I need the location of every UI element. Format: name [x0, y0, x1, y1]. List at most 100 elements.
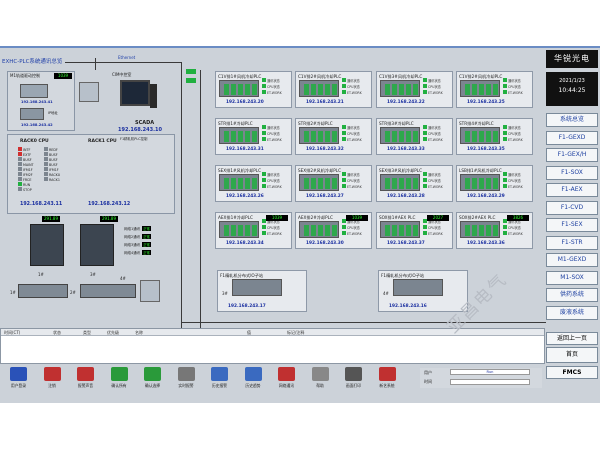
plc-status-list: 通讯状态 CPU状态 ET-WORK — [503, 219, 523, 237]
toolbar-button[interactable]: 确认选择 — [140, 367, 165, 392]
sidebar-item[interactable]: M1-GEXD — [546, 253, 598, 267]
status-led-icon — [423, 178, 427, 182]
plc-card[interactable]: SEX排1#风机冷却PLC 通讯状态 CPU状态 ET-WORK 192.168.243… — [215, 165, 292, 202]
plc-card[interactable]: SEX排2#风机冷却PLC 通讯状态 CPU状态 ET-WORK 192.168.243… — [295, 165, 372, 202]
toolbar-button[interactable]: 画面打印 — [341, 367, 366, 392]
sidebar-item[interactable]: 供药系统 — [546, 288, 598, 302]
plc-card[interactable]: C1V排1#风机冷却PLC 通讯状态 CPU状态 ET-WORK 192.168.243… — [215, 71, 292, 108]
toolbar-label: 历史趋势 — [245, 383, 261, 388]
plc-card[interactable]: STR排3#冷却PLC 通讯状态 CPU状态 ET-WORK 192.168.243.3… — [376, 118, 453, 155]
toolbar-icon — [211, 367, 228, 381]
sidebar-item[interactable]: F1-STR — [546, 235, 598, 250]
sidebar-item[interactable]: 废液系统 — [546, 305, 598, 320]
plc-card[interactable]: STR排2#冷却PLC 通讯状态 CPU状态 ET-WORK 192.168.243.3… — [295, 118, 372, 155]
user-value: Run — [450, 369, 530, 375]
status-label: ET-WORK — [428, 232, 443, 236]
status-label: ET-WORK — [347, 185, 362, 189]
plc-card-ip: 192.168.243.35 — [467, 147, 505, 152]
plc-card[interactable]: LSB排1#风机冷却PLC 通讯状态 CPU状态 ET-WORK 192.168.243… — [456, 165, 533, 202]
toolbar-button[interactable]: 新艺系统 — [375, 367, 400, 392]
rack-comm-row: 网络3通讯 正常 — [124, 242, 151, 248]
m1-title: M1轨道驱动控制 — [10, 73, 40, 78]
io-station-1[interactable] — [18, 284, 68, 298]
m1-panel[interactable]: M1轨道驱动控制 1039 192.168.243.41 IP地址 192.16… — [7, 71, 75, 131]
rack-comm-status: 正常 — [142, 226, 151, 231]
status-label: ET-WORK — [347, 138, 362, 142]
led-icon — [44, 172, 48, 176]
network-switch — [79, 82, 99, 102]
status-led-icon — [262, 231, 266, 235]
toolbar-button[interactable]: 用户登录 — [6, 367, 31, 392]
sidebar-item[interactable]: M1-SOX — [546, 270, 598, 285]
plc-card[interactable]: AEX排1#冷却PLC 通讯状态 CPU状态 ET-WORK 1039 192.168.2… — [215, 212, 292, 249]
plc-card-ip: 192.168.243.34 — [226, 241, 264, 246]
fmcs-button[interactable]: FMCS — [546, 366, 598, 379]
toolbar-button[interactable]: 网络通讯 — [274, 367, 299, 392]
plc-device-icon — [380, 174, 420, 191]
plc-card[interactable]: SEX排3#风机冷却PLC 通讯状态 CPU状态 ET-WORK 192.168.243… — [376, 165, 453, 202]
status-label: CPU状态 — [508, 226, 521, 230]
cpu-rack-2[interactable] — [80, 224, 114, 266]
plc-title: F1精轧机PLC控制 — [120, 137, 148, 141]
cpu-rack-1[interactable] — [30, 224, 64, 266]
io2-label: 2# — [70, 290, 76, 295]
status-led-icon — [423, 84, 427, 88]
status-label: ET-WORK — [508, 232, 523, 236]
rack-comm-row: 网络4通讯 正常 — [124, 250, 151, 256]
toolbar-label: 画面打印 — [345, 383, 362, 388]
plc-card[interactable]: C1V排2#风机冷却PLC 通讯状态 CPU状态 ET-WORK 192.168.243… — [295, 71, 372, 108]
toolbar-button[interactable]: 历史趋势 — [241, 367, 266, 392]
m1-ip2: 192.168.243.42 — [21, 123, 53, 127]
sidebar-item[interactable]: F1-SEX — [546, 218, 598, 232]
toolbar-label: 确认所有 — [111, 383, 127, 388]
toolbar-button[interactable]: 确认所有 — [107, 367, 132, 392]
status-led-icon — [503, 225, 507, 229]
net-bus-vertical — [181, 62, 182, 332]
sidebar-item[interactable]: F1-GEX/H — [546, 148, 598, 162]
plc-card[interactable]: SOX排2#AEX PLC 通讯状态 CPU状态 ET-WORK 3826 192.168… — [456, 212, 533, 249]
net-bus-vertical — [200, 70, 201, 330]
plc-device-icon — [299, 127, 339, 144]
toolbar-button[interactable]: 注销 — [40, 367, 65, 392]
toolbar-button[interactable]: 帮助 — [308, 367, 333, 392]
toolbar-button[interactable]: 历史报警 — [207, 367, 232, 392]
status-led-icon — [423, 90, 427, 94]
plc-card[interactable]: AEX排2#冷却PLC 通讯状态 CPU状态 ET-WORK 1039 192.168.2… — [295, 212, 372, 249]
plc-device-icon — [299, 174, 339, 191]
status-led-icon — [262, 137, 266, 141]
io-station-2[interactable] — [80, 284, 136, 298]
plc-card[interactable]: STR排4#冷却PLC 通讯状态 CPU状态 ET-WORK 192.168.243.3… — [456, 118, 533, 155]
toolbar-button[interactable]: 报警声音 — [73, 367, 98, 392]
f1-plc-panel[interactable]: F1精轧机PLC控制 RACK0 CPU RACK1 CPU INTF EXTF B… — [7, 134, 175, 214]
plc-card[interactable]: C1V排3#风机冷却PLC 通讯状态 CPU状态 ET-WORK 192.168.243… — [376, 71, 453, 108]
rack-comm-status: 正常 — [142, 234, 151, 239]
status-led-icon — [503, 172, 507, 176]
plc-card-ip: 192.168.243.22 — [387, 100, 425, 105]
sidebar-item[interactable]: F1-GEXD — [546, 130, 598, 145]
substation-left-device — [232, 279, 282, 296]
toolbar-button[interactable]: 实时报警 — [174, 367, 199, 392]
scada-ip: 192.168.243.10 — [118, 127, 162, 133]
home-button[interactable]: 首页 — [546, 347, 598, 363]
back-button[interactable]: 返回上一页 — [546, 332, 598, 345]
plc-card[interactable]: STR排1#冷却PLC 通讯状态 CPU状态 ET-WORK 192.168.243.3… — [215, 118, 292, 155]
plc-card[interactable]: C1V排2#风机冷却PLC 通讯状态 CPU状态 ET-WORK 192.168.243… — [456, 71, 533, 108]
plc-device-icon — [219, 221, 259, 238]
plc-status-list: 通讯状态 CPU状态 ET-WORK — [262, 125, 282, 143]
plc-card[interactable]: SOX排1#AEX PLC 通讯状态 CPU状态 ET-WORK 2027 192.168… — [376, 212, 453, 249]
rack-comm-row: 网络1通讯 正常 — [124, 226, 151, 232]
alarm-table[interactable]: 时间(CT) 状态 类型 优先级 名称 值 标记/注释 — [0, 328, 545, 364]
sidebar-item[interactable]: F1-SOX — [546, 165, 598, 180]
toolbar-icon — [311, 367, 329, 381]
rack-comm-status: 正常 — [142, 242, 151, 247]
status-label: CPU状态 — [428, 132, 441, 136]
substation-left[interactable]: F1精轧机分布式IO子站 3# 192.168.243.17 — [217, 270, 307, 312]
sidebar-item[interactable]: F1-CVD — [546, 200, 598, 215]
plc-counter: 1039 — [266, 215, 288, 221]
status-led-icon — [423, 184, 427, 188]
rack-comm-label: 网络1通讯 — [124, 227, 141, 231]
sidebar-item[interactable]: F1-AEX — [546, 183, 598, 197]
cpu-status-row: RACK1 — [44, 177, 60, 182]
plc-card-ip: 192.168.243.30 — [306, 241, 344, 246]
sidebar-item[interactable]: 系统总览 — [546, 113, 598, 127]
